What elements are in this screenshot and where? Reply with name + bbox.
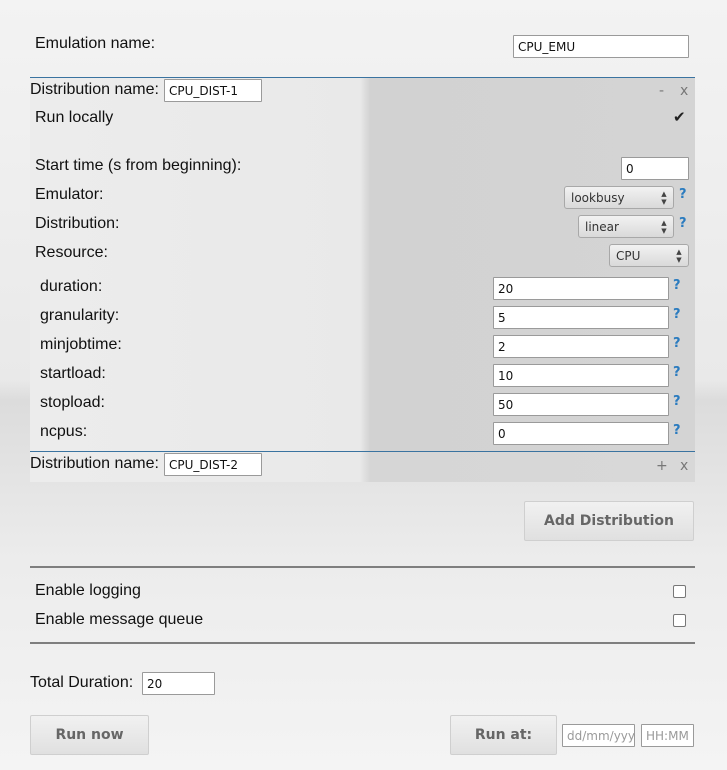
close-icon[interactable]: x (680, 458, 688, 474)
divider (30, 642, 695, 644)
expand-button[interactable]: + (656, 458, 668, 474)
minjobtime-help-icon[interactable]: ? (673, 336, 681, 351)
emulator-help-icon[interactable]: ? (679, 187, 687, 202)
distribution-name-label: Distribution name: (30, 455, 159, 472)
divider (30, 566, 695, 568)
param-label-granularity: granularity: (40, 307, 120, 324)
distribution-select[interactable]: linear ▲ ▼ (578, 215, 674, 238)
emulation-name-label: Emulation name: (35, 35, 156, 52)
param-input-startload[interactable]: 10 (493, 364, 669, 387)
param-label-startload: startload: (40, 365, 106, 382)
param-input-granularity[interactable]: 5 (493, 306, 669, 329)
run-at-button[interactable]: Run at: (450, 715, 557, 755)
stopload-help-icon[interactable]: ? (673, 394, 681, 409)
distribution-name-input[interactable]: CPU_DIST-2 (164, 453, 262, 476)
total-duration-input[interactable]: 20 (142, 672, 215, 695)
param-input-duration[interactable]: 20 (493, 277, 669, 300)
enable-logging-checkbox[interactable] (673, 585, 686, 598)
emulator-select[interactable]: lookbusy ▲ ▼ (564, 186, 674, 209)
distribution-name-input[interactable]: CPU_DIST-1 (164, 79, 262, 102)
param-label-stopload: stopload: (40, 394, 105, 411)
resource-select[interactable]: CPU ▲ ▼ (609, 244, 689, 267)
duration-help-icon[interactable]: ? (673, 278, 681, 293)
run-now-button[interactable]: Run now (30, 715, 149, 755)
startload-help-icon[interactable]: ? (673, 365, 681, 380)
start-time-input[interactable]: 0 (621, 157, 689, 180)
select-arrows-icon: ▲ ▼ (676, 248, 682, 264)
add-distribution-button[interactable]: Add Distribution (524, 501, 694, 541)
run-locally-label: Run locally (35, 109, 114, 126)
run-at-date-input[interactable]: dd/mm/yyyy (562, 724, 635, 747)
distribution-name-label: Distribution name: (30, 81, 159, 98)
emulator-label: Emulator: (35, 186, 104, 203)
param-input-ncpus[interactable]: 0 (493, 422, 669, 445)
run-locally-checkbox[interactable]: ✔ (673, 108, 686, 126)
select-arrows-icon: ▲ ▼ (661, 219, 667, 235)
param-label-ncpus: ncpus: (40, 423, 88, 440)
param-input-stopload[interactable]: 50 (493, 393, 669, 416)
enable-message-queue-label: Enable message queue (35, 611, 204, 628)
param-input-minjobtime[interactable]: 2 (493, 335, 669, 358)
distribution-select-value: linear (585, 219, 619, 234)
param-label-minjobtime: minjobtime: (40, 336, 122, 353)
param-label-duration: duration: (40, 278, 103, 295)
granularity-help-icon[interactable]: ? (673, 307, 681, 322)
resource-select-value: CPU (616, 248, 641, 263)
total-duration-label: Total Duration: (30, 674, 134, 691)
enable-message-queue-checkbox[interactable] (673, 614, 686, 627)
close-icon[interactable]: x (680, 83, 688, 99)
select-arrows-icon: ▲ ▼ (661, 190, 667, 206)
run-at-time-input[interactable]: HH:MM (641, 724, 694, 747)
emulator-select-value: lookbusy (571, 190, 625, 205)
emulation-name-input[interactable]: CPU_EMU (513, 35, 689, 58)
minimize-button[interactable]: - (659, 83, 664, 99)
distribution-label: Distribution: (35, 215, 120, 232)
start-time-label: Start time (s from beginning): (35, 157, 242, 174)
ncpus-help-icon[interactable]: ? (673, 423, 681, 438)
enable-logging-label: Enable logging (35, 582, 141, 599)
distribution-help-icon[interactable]: ? (679, 216, 687, 231)
resource-label: Resource: (35, 244, 108, 261)
